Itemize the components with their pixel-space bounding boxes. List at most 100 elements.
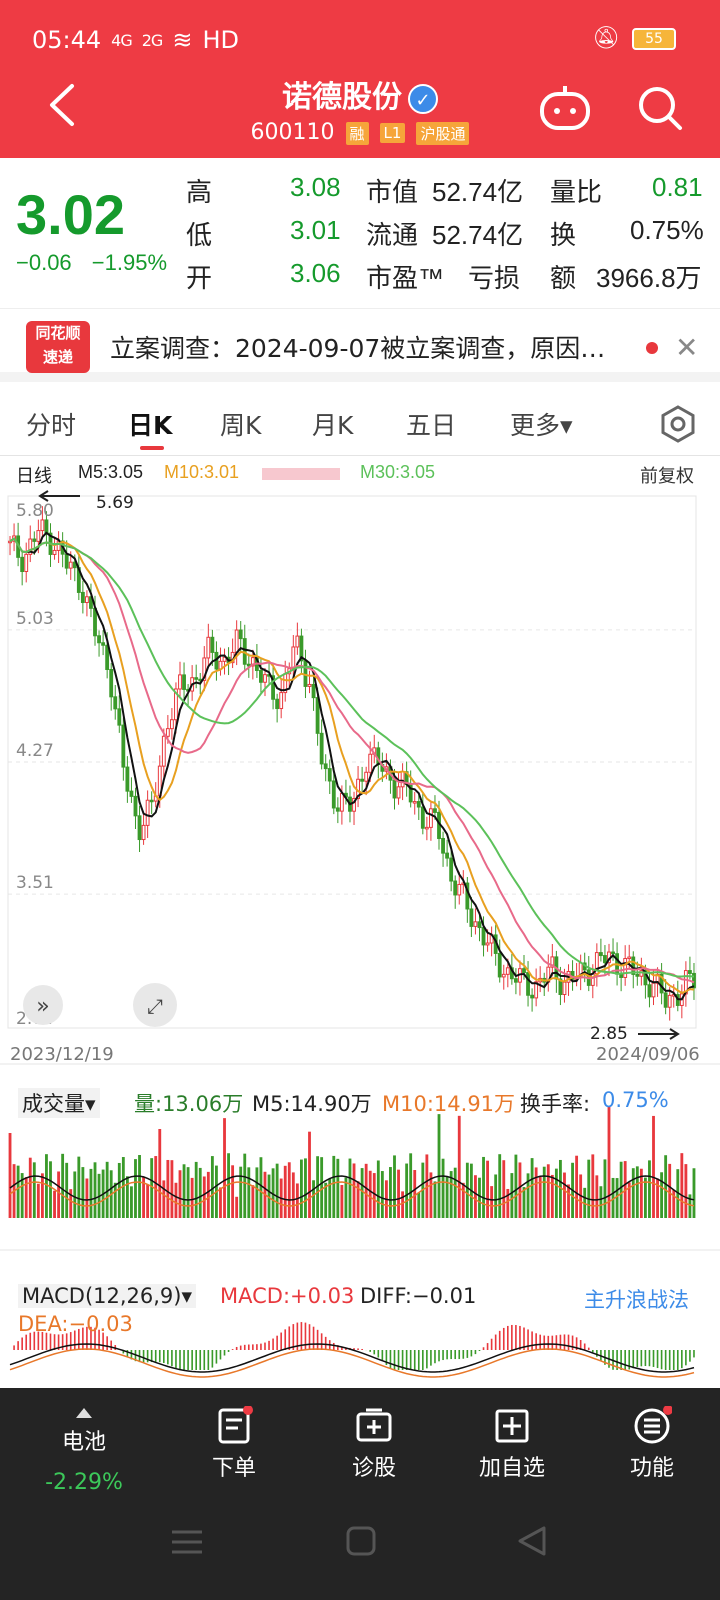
turnover-value: 0.75% — [630, 215, 704, 245]
tab-daily-k[interactable]: 日K — [128, 406, 172, 442]
volume-bar — [401, 1191, 405, 1218]
news-ticker[interactable]: 同花顺 速递 立案调查：2024-09-07被立案调查，原因… ✕ — [0, 308, 720, 382]
search-icon[interactable] — [636, 84, 684, 132]
volume-bar — [158, 1128, 162, 1218]
volume-bar — [174, 1182, 178, 1218]
diagnose-button[interactable]: 诊股 — [304, 1388, 444, 1482]
volume-bar — [73, 1171, 77, 1218]
volume-bar — [567, 1184, 570, 1218]
signal-1-icon: 4G — [111, 30, 133, 50]
candle-body — [530, 994, 535, 999]
order-button[interactable]: 下单 — [164, 1388, 304, 1482]
candle-body — [32, 538, 37, 542]
volume-bar — [417, 1192, 421, 1218]
macd-bar — [434, 1350, 436, 1364]
macd-bar — [175, 1350, 177, 1369]
candle-body — [420, 806, 425, 829]
adjust-mode[interactable]: 前复权 — [640, 462, 694, 488]
candle-body — [445, 852, 450, 859]
robot-assistant-icon[interactable] — [538, 82, 592, 132]
macd-bar — [596, 1350, 598, 1357]
tab-weekly-k[interactable]: 周K — [220, 406, 261, 442]
candle-body — [182, 674, 186, 690]
functions-label: 功能 — [629, 1456, 674, 1481]
candle-body — [619, 973, 624, 978]
volume-bar — [506, 1188, 510, 1218]
volume-bar — [283, 1165, 287, 1218]
volume-bar — [291, 1172, 295, 1218]
tab-more[interactable]: 更多▾ — [510, 406, 573, 442]
legend-m5: M5:3.05 — [78, 462, 144, 482]
tab-intraday[interactable]: 分时 — [26, 406, 76, 442]
volume-bar — [368, 1170, 372, 1218]
candle-body — [178, 674, 182, 690]
kline-chart[interactable]: 5.805.034.273.512.74 5.69 2.85 » ⤢ 2023/… — [0, 488, 720, 1388]
macd-bar — [442, 1350, 444, 1361]
volume-selector[interactable]: 成交量▾ — [18, 1088, 100, 1118]
close-icon[interactable]: ✕ — [675, 331, 698, 364]
volume-m10: M10:14.91万 — [382, 1092, 516, 1116]
candle-body — [279, 692, 284, 710]
functions-button[interactable]: 功能 — [582, 1388, 720, 1482]
macd-bar — [211, 1350, 214, 1368]
candle-body — [125, 766, 130, 792]
back-nav-icon[interactable] — [518, 1526, 546, 1556]
mcap-value: 52.74亿 — [432, 177, 524, 207]
macd-bar — [142, 1350, 145, 1363]
candle-body — [481, 927, 486, 946]
legend-m30: M30:3.05 — [360, 462, 436, 482]
volume-bar — [332, 1155, 336, 1218]
float-value: 52.74亿 — [432, 220, 524, 250]
status-right: 🔕︎ 55 — [592, 26, 676, 51]
candle-body — [505, 967, 510, 975]
macd-bar — [640, 1350, 643, 1367]
macd-bar — [312, 1326, 315, 1350]
change-value: −0.06 — [16, 250, 72, 275]
page-title: 诺德股份 ✓ — [0, 72, 720, 116]
candle-body — [331, 780, 336, 809]
news-text[interactable]: 立案调查：2024-09-07被立案调查，原因… — [110, 329, 640, 365]
battery-sector[interactable]: 电池 -2.29% — [14, 1388, 154, 1495]
tag-level[interactable]: L1 — [379, 123, 406, 143]
tab-monthly-k[interactable]: 月K — [312, 406, 353, 442]
low-annotation: 2.85 — [590, 1024, 628, 1044]
candle-body — [117, 708, 122, 726]
tab-five-day[interactable]: 五日 — [406, 406, 456, 442]
volume-bar — [57, 1171, 61, 1218]
turnover-label: 换 — [550, 220, 577, 250]
macd-bar — [361, 1348, 363, 1350]
volume-bar — [664, 1155, 668, 1218]
ma10-line — [9, 537, 695, 995]
macd-bar — [373, 1350, 376, 1355]
macd-bar — [547, 1335, 550, 1350]
volume-bar — [219, 1187, 222, 1218]
home-icon[interactable] — [346, 1526, 376, 1556]
change-percent: −1.95% — [91, 250, 168, 275]
volume-label: 成交量 — [22, 1092, 85, 1116]
add-watchlist-button[interactable]: 加自选 — [442, 1388, 582, 1482]
macd-bar — [450, 1350, 452, 1360]
macd-bar — [498, 1330, 501, 1350]
macd-label: MACD(12,26,9) — [22, 1284, 182, 1308]
volume-bar — [190, 1177, 194, 1218]
macd-bar — [239, 1345, 242, 1350]
settings-icon[interactable] — [658, 404, 698, 444]
macd-bar — [644, 1350, 647, 1367]
macd-bar — [146, 1350, 149, 1363]
macd-bar — [494, 1334, 497, 1350]
recent-apps-icon[interactable] — [172, 1530, 202, 1554]
macd-bar — [409, 1350, 412, 1370]
macd-bar — [256, 1344, 258, 1350]
candle-body — [526, 972, 530, 996]
strategy-link[interactable]: 主升浪战法 — [584, 1284, 689, 1314]
volume-bar — [534, 1167, 538, 1218]
tag-connect[interactable]: 沪股通 — [416, 121, 470, 145]
volume-bar — [134, 1159, 137, 1218]
volume-bar — [125, 1176, 129, 1218]
macd-bar — [681, 1350, 683, 1369]
tag-margin[interactable]: 融 — [345, 121, 369, 145]
volume-bar — [364, 1163, 368, 1218]
candle-body — [137, 815, 142, 841]
up-arrow-icon — [76, 1408, 92, 1418]
macd-selector[interactable]: MACD(12,26,9)▾ — [18, 1284, 197, 1308]
